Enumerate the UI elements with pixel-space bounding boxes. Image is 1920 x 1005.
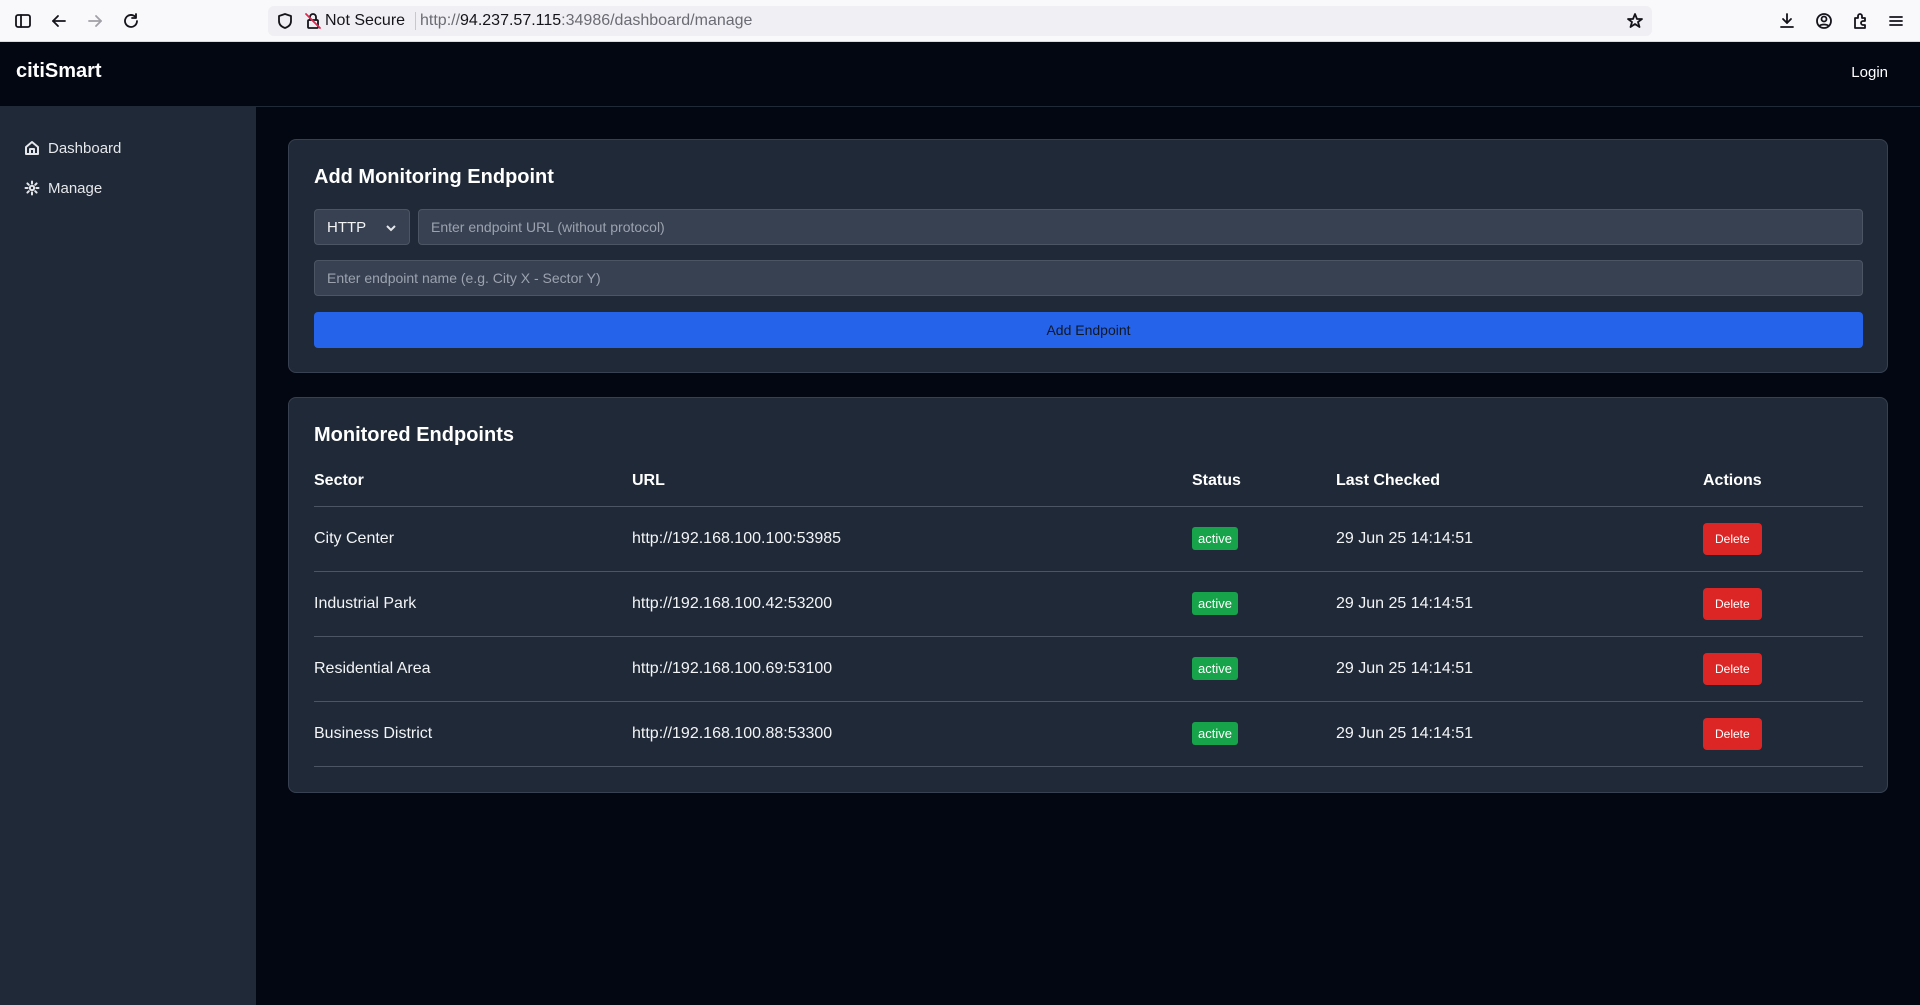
protocol-select[interactable]: HTTP bbox=[314, 209, 410, 245]
url-host: 94.237.57.115 bbox=[460, 12, 562, 29]
column-header-actions: Actions bbox=[1703, 460, 1863, 507]
endpoint-name-input[interactable] bbox=[314, 260, 1863, 296]
column-header-sector: Sector bbox=[314, 460, 632, 507]
forward-icon[interactable] bbox=[84, 10, 106, 32]
gear-icon bbox=[24, 180, 40, 196]
status-badge: active bbox=[1192, 722, 1238, 745]
sector-cell: Business District bbox=[314, 701, 632, 767]
table-row: Business District http://192.168.100.88:… bbox=[314, 701, 1863, 767]
endpoints-table: Sector URL Status Last Checked Actions C… bbox=[314, 460, 1863, 767]
table-row: City Center http://192.168.100.100:53985… bbox=[314, 506, 1863, 572]
delete-button[interactable]: Delete bbox=[1703, 587, 1762, 620]
delete-button[interactable]: Delete bbox=[1703, 522, 1762, 555]
url-prefix: http:// bbox=[420, 12, 461, 29]
reload-icon[interactable] bbox=[120, 10, 142, 32]
downloads-icon[interactable] bbox=[1776, 10, 1798, 32]
status-cell: active bbox=[1192, 701, 1336, 767]
add-endpoint-title: Add Monitoring Endpoint bbox=[314, 166, 554, 188]
url-cell: http://192.168.100.100:53985 bbox=[632, 506, 1192, 572]
sidebar-toggle-icon[interactable] bbox=[12, 10, 34, 32]
column-header-last-checked: Last Checked bbox=[1336, 460, 1703, 507]
url-path: :34986/dashboard/manage bbox=[561, 12, 753, 29]
monitored-endpoints-card: Monitored Endpoints Sector URL Status La… bbox=[288, 397, 1888, 793]
back-icon[interactable] bbox=[48, 10, 70, 32]
last-checked-cell: 29 Jun 25 14:14:51 bbox=[1336, 636, 1703, 702]
sidebar-item-label: Dashboard bbox=[48, 139, 122, 157]
url-cell: http://192.168.100.42:53200 bbox=[632, 571, 1192, 637]
app-header: citiSmart Login bbox=[0, 42, 1920, 107]
sidebar-item-dashboard[interactable]: Dashboard bbox=[24, 136, 121, 160]
chevron-down-icon bbox=[386, 225, 396, 232]
actions-cell: Delete bbox=[1703, 636, 1863, 702]
app-logo[interactable]: citiSmart bbox=[16, 60, 102, 83]
sector-cell: City Center bbox=[314, 506, 632, 572]
sector-cell: Residential Area bbox=[314, 636, 632, 702]
home-icon bbox=[25, 141, 39, 155]
last-checked-cell: 29 Jun 25 14:14:51 bbox=[1336, 701, 1703, 767]
url-cell: http://192.168.100.88:53300 bbox=[632, 701, 1192, 767]
add-endpoint-button[interactable]: Add Endpoint bbox=[314, 312, 1863, 348]
shield-icon[interactable] bbox=[276, 12, 294, 35]
protocol-select-value: HTTP bbox=[327, 218, 367, 236]
delete-button[interactable]: Delete bbox=[1703, 652, 1762, 685]
endpoint-url-input[interactable] bbox=[418, 209, 1863, 245]
status-badge: active bbox=[1192, 527, 1238, 550]
menu-icon[interactable] bbox=[1885, 10, 1907, 32]
sidebar-item-manage[interactable]: Manage bbox=[24, 176, 102, 200]
monitored-endpoints-title: Monitored Endpoints bbox=[314, 424, 514, 446]
divider bbox=[415, 12, 416, 30]
table-row: Residential Area http://192.168.100.69:5… bbox=[314, 636, 1863, 702]
actions-cell: Delete bbox=[1703, 701, 1863, 767]
login-link[interactable]: Login bbox=[1851, 64, 1888, 81]
sidebar-item-label: Manage bbox=[48, 179, 103, 197]
column-header-url: URL bbox=[632, 460, 1192, 507]
delete-button[interactable]: Delete bbox=[1703, 717, 1762, 750]
browser-toolbar: Not Secure http://94.237.57.115:34986/da… bbox=[0, 0, 1920, 42]
url-cell: http://192.168.100.69:53100 bbox=[632, 636, 1192, 702]
last-checked-cell: 29 Jun 25 14:14:51 bbox=[1336, 506, 1703, 572]
table-header-row: Sector URL Status Last Checked Actions bbox=[314, 460, 1863, 507]
account-icon[interactable] bbox=[1813, 10, 1835, 32]
last-checked-cell: 29 Jun 25 14:14:51 bbox=[1336, 571, 1703, 637]
bookmark-star-icon[interactable] bbox=[1626, 12, 1644, 35]
actions-cell: Delete bbox=[1703, 571, 1863, 637]
extensions-icon[interactable] bbox=[1849, 10, 1871, 32]
address-bar[interactable]: Not Secure http://94.237.57.115:34986/da… bbox=[268, 6, 1652, 36]
table-row: Industrial Park http://192.168.100.42:53… bbox=[314, 571, 1863, 637]
insecure-lock-icon[interactable] bbox=[304, 12, 322, 35]
sidebar: Dashboard Manage bbox=[0, 107, 256, 1005]
status-cell: active bbox=[1192, 571, 1336, 637]
actions-cell: Delete bbox=[1703, 506, 1863, 572]
url-text[interactable]: http://94.237.57.115:34986/dashboard/man… bbox=[420, 12, 752, 30]
status-badge: active bbox=[1192, 592, 1238, 615]
status-cell: active bbox=[1192, 506, 1336, 572]
status-cell: active bbox=[1192, 636, 1336, 702]
security-label[interactable]: Not Secure bbox=[325, 12, 405, 30]
column-header-status: Status bbox=[1192, 460, 1336, 507]
status-badge: active bbox=[1192, 657, 1238, 680]
add-endpoint-card: Add Monitoring Endpoint HTTP Add Endpoin… bbox=[288, 139, 1888, 373]
sector-cell: Industrial Park bbox=[314, 571, 632, 637]
